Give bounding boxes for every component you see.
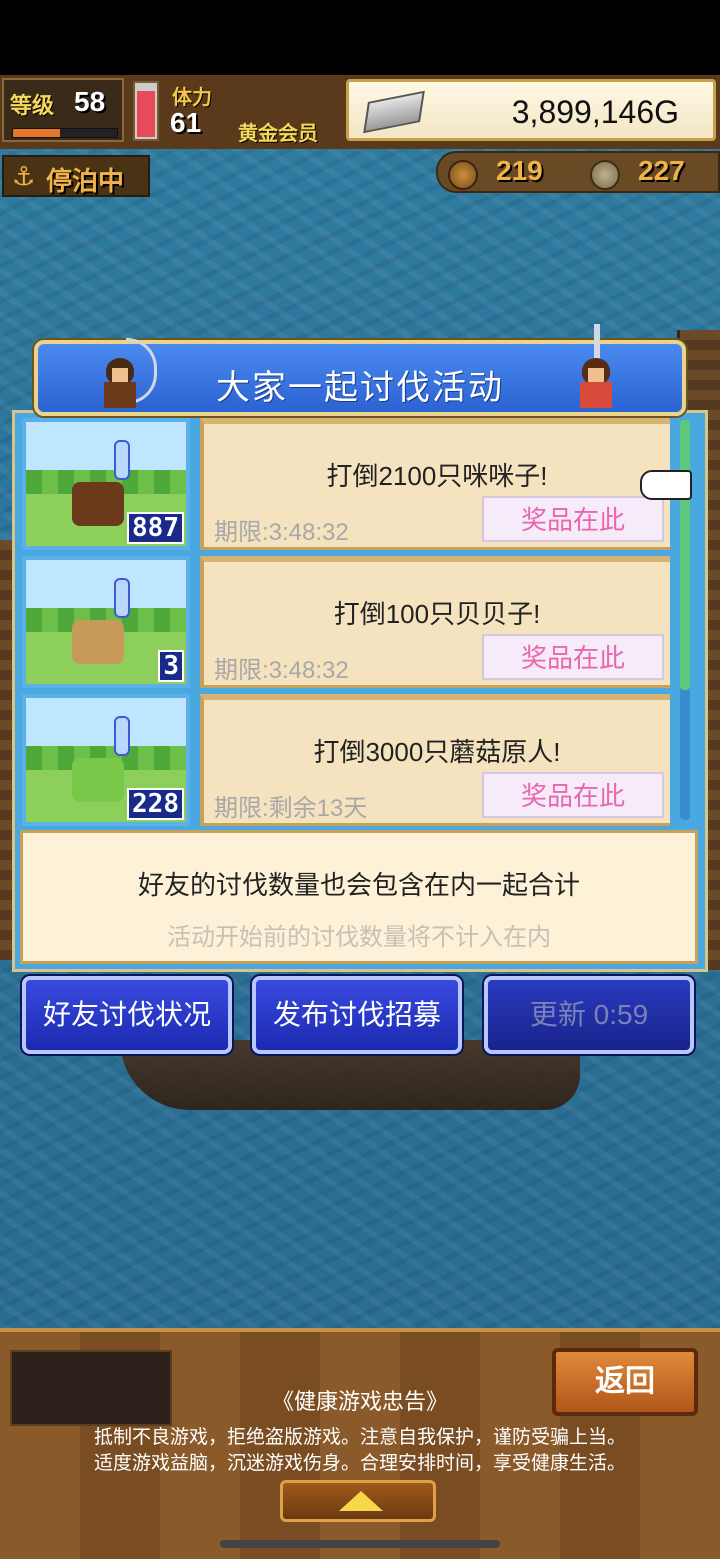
reward-button[interactable]: 奖品在此 [482,634,664,680]
event-name: 打倒3000只蘑菇原人! [313,737,561,767]
refresh-button[interactable]: 更新 0:59 [484,976,694,1054]
game-screen: 等级 58 体力 61 黄金会员 3,899,146G ⚓ 停泊中 219 22… [0,0,720,1559]
event-name: 打倒100只贝贝子! [333,599,541,629]
monster-thumbnail: 228 [22,694,190,826]
money-value: 3,899,146G [511,94,679,130]
health-advisory-line: 适度游戏益脑，沉迷游戏伤身。合理安排时间，享受健康生活。 [93,1453,626,1474]
event-name: 打倒2100只咪咪子! [326,461,548,491]
level-label: 等级 [10,93,55,118]
event-row[interactable]: 3 打倒100只贝贝子! 期限:3:48:32 奖品在此 [22,556,672,688]
monster-thumbnail: 3 [22,556,190,688]
post-recruit-button[interactable]: 发布讨伐招募 [252,976,462,1054]
defeat-count: 3 [158,650,184,682]
stamina-label: 体力 [172,87,212,109]
money-panel: 3,899,146G [346,79,716,141]
monster-icon [72,482,124,526]
bottom-bar: 返回 《健康游戏忠告》 抵制不良游戏，拒绝盗版游戏。注意自我保护，谨防受骗上当。… [0,1328,720,1559]
ship-deck-left [0,540,12,960]
arrow-up-icon [339,1491,383,1511]
event-row[interactable]: 228 打倒3000只蘑菇原人! 期限:剩余13天 奖品在此 [22,694,672,826]
event-panel-header: 大家一起讨伐活动 [34,324,686,416]
exclamation-icon [114,716,130,756]
info-sub-text: 活动开始前的讨伐数量将不计入在内 [167,924,551,951]
spear-character-icon [574,324,616,408]
defeat-count: 887 [127,512,184,544]
friends-status-button[interactable]: 好友讨伐状况 [22,976,232,1054]
wood-count: 219 [496,155,543,186]
level-progress-fill [13,129,60,137]
info-main-text: 好友的讨伐数量也会包含在内一起合计 [137,870,580,900]
event-deadline: 期限:3:48:32 [214,657,349,684]
event-deadline: 期限:3:48:32 [214,519,349,546]
stamina-gauge [133,81,159,141]
anchor-status[interactable]: ⚓ 停泊中 [2,155,150,197]
reward-button[interactable]: 奖品在此 [482,496,664,542]
resource-panel: 219 227 [436,151,720,193]
hand-pointer-icon [640,470,692,500]
exclamation-icon [114,578,130,618]
stamina-value: 61 [170,107,202,138]
health-advisory-title: 《健康游戏忠告》 [271,1389,448,1414]
event-row[interactable]: 887 打倒2100只咪咪子! 期限:3:48:32 奖品在此 [22,418,672,550]
health-advisory-line: 抵制不良游戏，拒绝盗版游戏。注意自我保护，谨防受骗上当。 [93,1427,626,1448]
monster-icon [72,620,124,664]
ore-count: 227 [638,155,685,186]
level-panel: 等级 58 [2,78,124,142]
membership-badge: 黄金会员 [238,123,318,145]
wood-icon [448,160,478,190]
level-progress-bar [12,128,118,138]
monster-icon [72,758,124,802]
home-indicator[interactable] [220,1540,500,1548]
scrollbar-thumb[interactable] [680,420,690,690]
ore-icon [590,160,620,190]
info-box: 好友的讨伐数量也会包含在内一起合计 活动开始前的讨伐数量将不计入在内 [20,830,698,964]
monster-thumbnail: 887 [22,418,190,550]
silver-bar-icon [363,90,425,134]
event-card: 打倒100只贝贝子! 期限:3:48:32 奖品在此 [200,556,670,688]
anchor-status-text: 停泊中 [46,166,125,196]
expand-menu-button[interactable] [280,1480,436,1522]
defeat-count: 228 [127,788,184,820]
event-card: 打倒2100只咪咪子! 期限:3:48:32 奖品在此 [200,418,670,550]
event-card: 打倒3000只蘑菇原人! 期限:剩余13天 奖品在此 [200,694,670,826]
anchor-icon: ⚓ [12,161,36,191]
reward-button[interactable]: 奖品在此 [482,772,664,818]
exclamation-icon [114,440,130,480]
top-hud: 等级 58 体力 61 黄金会员 3,899,146G [0,75,720,149]
event-deadline: 期限:剩余13天 [214,795,368,822]
stamina-gauge-fill [137,90,155,137]
level-value: 58 [74,86,106,117]
